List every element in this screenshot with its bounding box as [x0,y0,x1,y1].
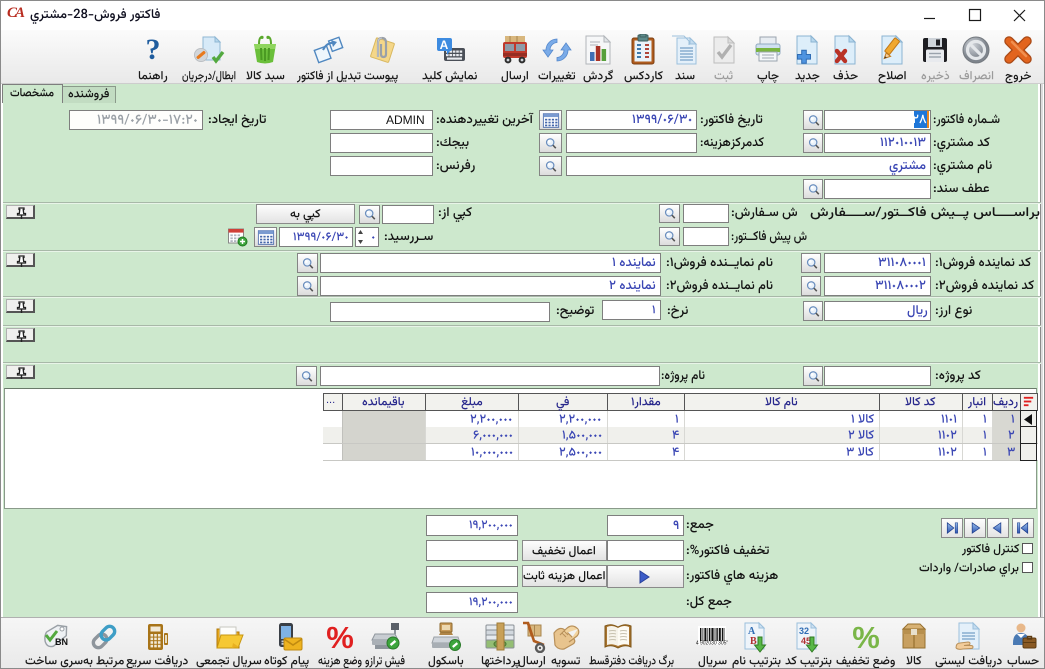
svg-text:BN: BN [55,637,68,647]
svg-text:4 902030 305": 4 902030 305" [696,641,728,647]
svg-text:%: % [852,621,880,653]
svg-text:?: ? [146,34,161,66]
svg-text:32: 32 [799,626,809,636]
svg-text:%: % [326,621,354,653]
svg-text:A: A [440,38,449,52]
